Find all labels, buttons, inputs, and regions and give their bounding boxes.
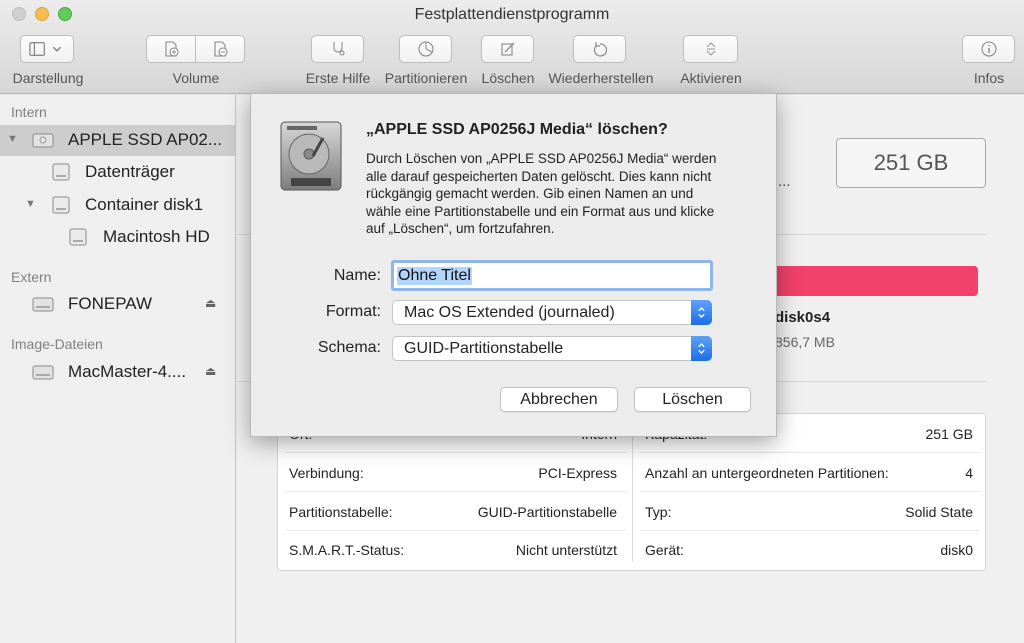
info-key: S.M.A.R.T.-Status: xyxy=(289,542,405,558)
sidebar-item-label: Datenträger xyxy=(85,162,175,181)
partition-name: disk0s4 xyxy=(775,309,831,326)
add-volume-icon xyxy=(165,41,179,57)
first-aid-label: Erste Hilfe xyxy=(305,70,371,86)
info-value: Nicht unterstützt xyxy=(515,542,617,558)
info-key: Typ: xyxy=(645,504,672,520)
partition-usage-bar xyxy=(770,266,978,296)
sidebar-item-fonepaw[interactable]: FONEPAW ⏏ xyxy=(0,289,235,320)
window-title: Festplattendienstprogramm xyxy=(414,6,610,23)
disclosure-triangle-icon[interactable]: ▼ xyxy=(7,133,18,145)
scheme-label: Schema: xyxy=(317,339,381,356)
sidebar-header-external: Extern xyxy=(11,269,52,285)
select-stepper-icon xyxy=(691,300,712,325)
column-divider xyxy=(632,422,633,562)
sidebar-item-label: Macintosh HD xyxy=(103,227,210,246)
sidebar: Intern ▼ APPLE SSD AP02... Datenträger ▼… xyxy=(0,95,236,643)
select-stepper-icon xyxy=(691,336,712,361)
format-select[interactable]: Mac OS Extended (journaled) xyxy=(392,300,712,325)
format-select-value: Mac OS Extended (journaled) xyxy=(404,303,615,321)
capacity-box: 251 GB xyxy=(836,138,986,188)
row-divider xyxy=(640,530,980,531)
volume-disk-icon xyxy=(52,163,70,181)
erase-dialog: „APPLE SSD AP0256J Media“ löschen? Durch… xyxy=(250,93,777,437)
sidebar-header-internal: Intern xyxy=(11,104,47,120)
activate-button[interactable] xyxy=(683,35,738,63)
view-label: Darstellung xyxy=(12,70,84,86)
info-value: 251 GB xyxy=(925,426,973,442)
info-key: Partitionstabelle: xyxy=(289,504,393,520)
disk-image-icon xyxy=(32,365,54,380)
scheme-select-value: GUID-Partitionstabelle xyxy=(404,339,564,357)
sidebar-item-container-disk1[interactable]: ▼ Container disk1 xyxy=(0,190,235,221)
scheme-select[interactable]: GUID-Partitionstabelle xyxy=(392,336,712,361)
info-key: Verbindung: xyxy=(289,465,364,481)
sidebar-item-datentraeger[interactable]: Datenträger xyxy=(0,157,235,188)
remove-volume-button[interactable] xyxy=(195,35,245,63)
partition-size: 856,7 MB xyxy=(775,334,835,350)
row-divider xyxy=(640,491,980,492)
info-value: GUID-Partitionstabelle xyxy=(477,504,617,520)
row-divider xyxy=(286,491,626,492)
info-value: Solid State xyxy=(905,504,973,520)
dialog-title: „APPLE SSD AP0256J Media“ löschen? xyxy=(366,121,668,138)
cancel-button[interactable]: Abbrechen xyxy=(500,387,618,412)
info-value: PCI-Express xyxy=(538,465,617,481)
hard-drive-icon xyxy=(280,121,342,191)
row-divider xyxy=(286,452,626,453)
sidebar-item-macmaster[interactable]: MacMaster-4.... ⏏ xyxy=(0,357,235,388)
erase-confirm-button[interactable]: Löschen xyxy=(634,387,751,412)
info-value: 4 xyxy=(965,465,973,481)
info-icon xyxy=(980,41,997,57)
external-disk-icon xyxy=(32,297,54,312)
info-value: disk0 xyxy=(940,542,973,558)
partition-pie-icon xyxy=(417,41,434,57)
window-toolbar: Festplattendienstprogramm Darstellung Vo… xyxy=(0,0,1024,94)
name-input-value: Ohne Titel xyxy=(397,266,472,285)
eject-icon[interactable]: ⏏ xyxy=(205,296,216,310)
sidebar-item-label: FONEPAW xyxy=(68,294,153,313)
info-label: Infos xyxy=(973,70,1005,86)
restore-label: Wiederherstellen xyxy=(548,70,654,86)
info-key: Gerät: xyxy=(645,542,684,558)
sidebar-item-label: MacMaster-4.... xyxy=(68,362,187,381)
restore-arrow-icon xyxy=(593,42,607,57)
volume-disk-icon xyxy=(69,228,87,246)
first-aid-button[interactable] xyxy=(311,35,364,63)
activate-label: Aktivieren xyxy=(680,70,742,86)
sidebar-view-icon xyxy=(29,42,61,56)
capacity-value: 251 GB xyxy=(873,150,949,175)
name-input[interactable]: Ohne Titel xyxy=(391,260,713,291)
remove-volume-icon xyxy=(214,41,228,57)
sidebar-item-label: APPLE SSD AP02... xyxy=(68,130,223,149)
sidebar-item-macintosh-hd[interactable]: Macintosh HD xyxy=(0,222,235,253)
sidebar-item-apple-ssd[interactable]: ▼ APPLE SSD AP02... xyxy=(0,125,235,156)
format-label: Format: xyxy=(325,303,381,320)
sidebar-item-label: Container disk1 xyxy=(85,195,204,214)
disclosure-triangle-icon[interactable]: ▼ xyxy=(25,198,36,210)
erase-button[interactable] xyxy=(481,35,534,63)
info-key: Anzahl an untergeordneten Partitionen: xyxy=(645,465,889,481)
restore-button[interactable] xyxy=(573,35,626,63)
mount-arrows-icon xyxy=(706,42,715,56)
info-button[interactable] xyxy=(962,35,1015,63)
row-divider xyxy=(640,452,980,453)
view-button[interactable] xyxy=(20,35,74,63)
sidebar-header-images: Image-Dateien xyxy=(11,336,103,352)
name-label: Name: xyxy=(333,267,381,284)
container-disk-icon xyxy=(52,196,70,214)
erase-icon xyxy=(500,42,514,56)
internal-disk-icon xyxy=(32,133,54,148)
eject-icon[interactable]: ⏏ xyxy=(205,364,216,378)
volume-label: Volume xyxy=(172,70,220,86)
add-volume-button[interactable] xyxy=(146,35,196,63)
dialog-message: Durch Löschen von „APPLE SSD AP0256J Med… xyxy=(366,151,717,236)
erase-label: Löschen xyxy=(481,70,535,86)
partition-label: Partitionieren xyxy=(384,70,468,86)
partition-button[interactable] xyxy=(399,35,452,63)
stethoscope-icon xyxy=(332,42,345,56)
row-divider xyxy=(286,530,626,531)
